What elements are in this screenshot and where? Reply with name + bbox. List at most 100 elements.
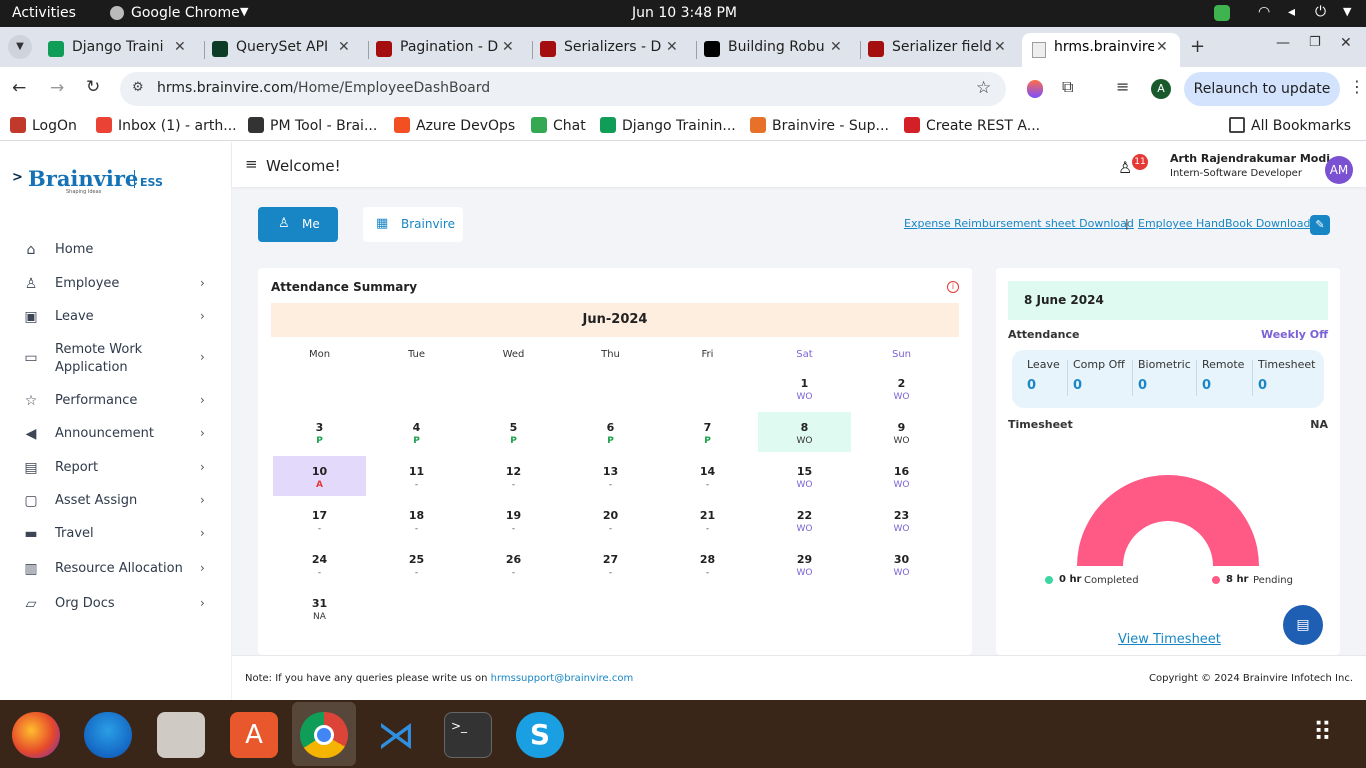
address-bar[interactable]: ⚙ hrms.brainvire.com/Home/EmployeeDashBo…: [120, 72, 1006, 106]
download-icon[interactable]: ✎: [1310, 215, 1330, 235]
clock[interactable]: Jun 10 3:48 PM: [632, 5, 737, 21]
profile-avatar[interactable]: A: [1151, 79, 1171, 99]
stat-value: 0: [1027, 378, 1037, 393]
bookmark-item[interactable]: Create REST A...: [904, 117, 1040, 134]
brand-mark-icon: >: [12, 170, 23, 185]
user-role: Intern-Software Developer: [1170, 168, 1302, 179]
close-icon[interactable]: ✕: [666, 39, 678, 55]
tab-active[interactable]: hrms.brainvire ✕: [1022, 33, 1180, 67]
expense-download-link[interactable]: Expense Reimbursement sheet Download: [904, 217, 1134, 230]
chat-bubble-icon[interactable]: ▤: [1283, 605, 1323, 645]
info-icon[interactable]: i: [947, 281, 959, 293]
brand-divider: [134, 170, 135, 188]
window-close-icon[interactable]: ✕: [1340, 35, 1352, 51]
sidebar-item-home[interactable]: ⌂ Home: [0, 241, 232, 259]
update-indicator-icon[interactable]: [1214, 5, 1230, 21]
calendar-day-number: 1: [800, 377, 809, 390]
sidebar-item-travel[interactable]: ▬ Travel ›: [0, 525, 232, 543]
files-icon[interactable]: [157, 712, 205, 758]
bookmark-item[interactable]: Django Trainin...: [600, 117, 736, 134]
tab-2[interactable]: QuerySet API ✕: [212, 33, 362, 67]
power-icon[interactable]: ⏻: [1315, 4, 1326, 20]
firefox-icon[interactable]: [12, 712, 60, 758]
wifi-icon[interactable]: ◠: [1258, 4, 1270, 20]
close-icon[interactable]: ✕: [174, 39, 186, 55]
close-icon[interactable]: ✕: [338, 39, 350, 55]
terminal-icon[interactable]: >_: [444, 712, 492, 758]
site-info-icon[interactable]: ⚙: [132, 80, 144, 95]
app-menu-label[interactable]: Google Chrome: [131, 5, 240, 21]
close-icon[interactable]: ✕: [994, 39, 1006, 55]
sidebar-item-leave[interactable]: ▣ Leave ›: [0, 308, 232, 326]
puzzle-icon[interactable]: ⧉: [1062, 77, 1073, 97]
sidebar: > Brainvire ESS Shaping Ideas ⌂ Home ♙ Empl…: [0, 142, 232, 700]
extension-icon[interactable]: [1027, 80, 1043, 98]
tab-separator: [860, 41, 861, 59]
brainvire-button[interactable]: ▦ Brainvire: [363, 207, 463, 242]
calendar-day-status: P: [704, 436, 711, 446]
back-icon[interactable]: ←: [12, 78, 26, 98]
tab-favicon-icon: [376, 41, 392, 57]
view-timesheet-link[interactable]: View Timesheet: [1118, 632, 1221, 647]
handbook-download-link[interactable]: Employee HandBook Download: [1138, 217, 1311, 230]
bookmark-item[interactable]: Inbox (1) - arth...: [96, 117, 237, 134]
sidebar-item-announcement[interactable]: ◀ Announcement ›: [0, 425, 232, 443]
tab-4[interactable]: Serializers - D ✕: [540, 33, 690, 67]
media-control-icon[interactable]: ≡: [1116, 77, 1129, 96]
skype-icon[interactable]: S: [516, 712, 564, 758]
new-tab-icon[interactable]: +: [1190, 36, 1205, 57]
close-icon[interactable]: ✕: [830, 39, 842, 55]
brand-logo[interactable]: Brainvire: [28, 166, 138, 191]
sidebar-item-report[interactable]: ▤ Report ›: [0, 459, 232, 477]
bookmark-item[interactable]: PM Tool - Brai...: [248, 117, 377, 134]
monitor-icon: ▭: [24, 350, 38, 366]
bookmark-item[interactable]: Chat: [531, 117, 586, 134]
calendar-day-number: 3: [315, 421, 324, 434]
tab-3[interactable]: Pagination - D ✕: [376, 33, 526, 67]
calendar-day-status: -: [608, 480, 613, 490]
chevron-down-icon[interactable]: ▼: [240, 5, 248, 18]
avatar[interactable]: AM: [1325, 156, 1353, 184]
me-button[interactable]: ♙ Me: [258, 207, 338, 242]
close-icon[interactable]: ✕: [502, 39, 514, 55]
app-store-icon[interactable]: A: [230, 712, 278, 758]
forward-icon[interactable]: →: [50, 78, 64, 98]
show-apps-grid-icon[interactable]: ⠿: [1313, 718, 1347, 752]
close-icon[interactable]: ✕: [1156, 39, 1168, 55]
tab-1[interactable]: Django Traini ✕: [48, 33, 198, 67]
volume-icon[interactable]: ◂: [1288, 4, 1295, 20]
activities-button[interactable]: Activities: [12, 5, 76, 21]
sidebar-item-asset-assign[interactable]: ▢ Asset Assign ›: [0, 492, 232, 510]
support-email-link[interactable]: hrmssupport@brainvire.com: [491, 673, 634, 684]
reload-icon[interactable]: ↻: [86, 77, 100, 97]
bookmark-star-icon[interactable]: ☆: [976, 78, 991, 98]
thunderbird-icon[interactable]: [84, 712, 132, 758]
bookmark-item[interactable]: LogOn: [10, 117, 77, 134]
sidebar-item-label: Org Docs: [55, 596, 115, 611]
sidebar-item-resource-allocation[interactable]: ▥ Resource Allocation ›: [0, 560, 232, 578]
chrome-icon[interactable]: [300, 712, 348, 758]
maximize-icon[interactable]: ❐: [1309, 35, 1321, 50]
minimize-icon[interactable]: —: [1276, 35, 1290, 51]
sidebar-item-org-docs[interactable]: ▱ Org Docs ›: [0, 595, 232, 613]
sidebar-item-label: Asset Assign: [55, 493, 138, 508]
calendar-day-status: WO: [796, 568, 813, 578]
vscode-icon[interactable]: ⋊: [372, 712, 420, 758]
url-text[interactable]: hrms.brainvire.com/Home/EmployeeDashBoar…: [157, 80, 490, 96]
sidebar-item-performance[interactable]: ☆ Performance ›: [0, 392, 232, 410]
bookmark-item[interactable]: Azure DevOps: [394, 117, 515, 134]
tab-search-icon[interactable]: ▼: [8, 35, 32, 59]
system-menu-chevron-icon[interactable]: ▼: [1343, 5, 1351, 18]
completed-hours: 0 hr: [1059, 574, 1082, 585]
sidebar-item-label: Home: [55, 242, 94, 257]
more-menu-icon[interactable]: ⋮: [1349, 77, 1365, 96]
sidebar-item-remote-work[interactable]: ▭ Remote Work Application ›: [0, 341, 232, 377]
hamburger-icon[interactable]: ≡: [245, 155, 258, 173]
relaunch-button[interactable]: Relaunch to update: [1184, 72, 1340, 106]
tab-5[interactable]: Building Robu ✕: [704, 33, 854, 67]
tab-6[interactable]: Serializer field ✕: [868, 33, 1018, 67]
notification-user-icon[interactable]: ♙: [1118, 158, 1132, 177]
all-bookmarks-button[interactable]: All Bookmarks: [1229, 117, 1351, 134]
sidebar-item-employee[interactable]: ♙ Employee ›: [0, 275, 232, 293]
bookmark-item[interactable]: Brainvire - Sup...: [750, 117, 889, 134]
